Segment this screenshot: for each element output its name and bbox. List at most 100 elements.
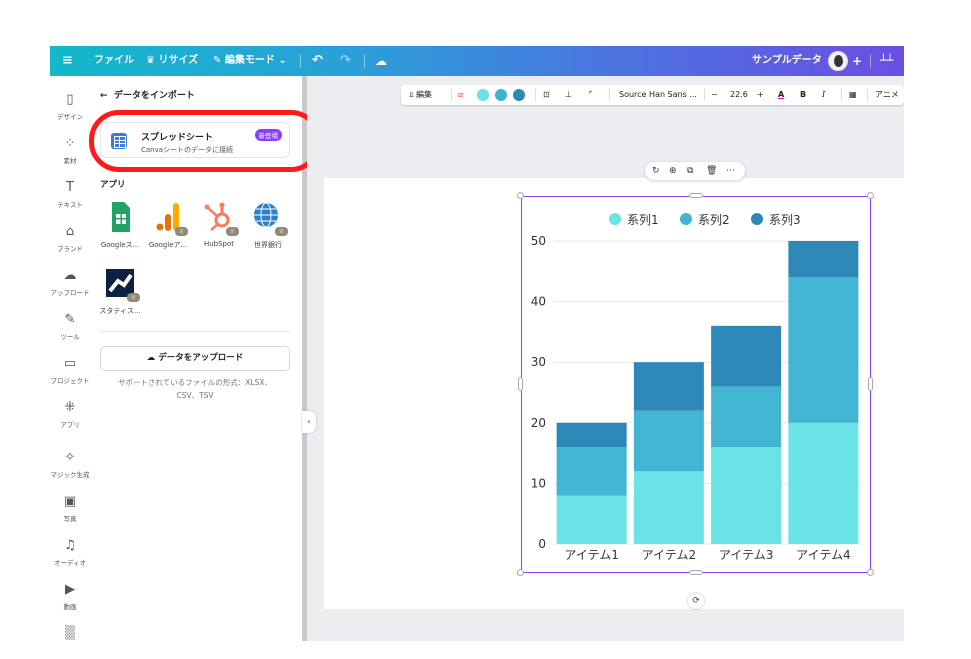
cloud-upload-icon: ☁ [146,353,159,363]
world-bank-icon: ♛ [251,200,288,236]
animate-button[interactable]: アニメ [875,85,899,105]
menu-icon[interactable]: ≡ [62,46,73,76]
legend-label: 系列1 [627,213,659,227]
rail-audio[interactable]: ♫ オーディオ [50,538,90,567]
pro-crown-icon: ♛ [127,293,140,302]
bar-segment[interactable] [556,447,627,496]
more-options-icon[interactable]: ⋯ [726,162,735,180]
apps-icon: ⁜ [64,400,76,415]
font-color-button[interactable]: A [778,85,784,105]
duplicate-icon[interactable]: ⧉ [687,162,693,180]
photo-icon: ▣ [63,494,77,509]
rail-magic[interactable]: ✧ マジック生成 [50,450,90,479]
corner-icon[interactable]: ⌜ [589,85,593,105]
comment-add-icon[interactable]: ↻ [652,162,660,180]
layout-icon: ▯ [66,92,74,107]
rail-design[interactable]: ▯ デザイン [50,92,90,121]
bar-segment[interactable] [711,325,782,387]
google-analytics-icon: ♛ [151,200,188,236]
trash-icon[interactable]: 🗑 [706,162,717,180]
file-menu[interactable]: ファイル [94,46,134,76]
color-swatch-1[interactable] [477,89,489,101]
bar-segment[interactable] [556,495,627,544]
draw-icon: ✎ [64,312,76,327]
upload-icon: ☁ [63,268,77,283]
highlight-annotation [89,110,321,172]
rail-elements[interactable]: ⁘ 素材 [50,136,90,165]
video-icon: ▶ [65,582,75,597]
legend-label: 系列2 [698,213,730,227]
bar-segment[interactable] [633,362,704,411]
pattern-icon: ▒ [65,626,75,641]
x-tick-label: アイテム1 [564,548,618,562]
pencil-icon: ✎ [213,55,225,66]
align-icon[interactable]: ⊡ [543,85,550,105]
font-family-select[interactable]: Source Han Sans ... [619,85,697,105]
app-hubspot[interactable]: ♛ HubSpot [196,200,242,248]
app-world-bank[interactable]: ♛ 世界銀行 [245,200,291,250]
rail-photos[interactable]: ▣ 写真 [50,494,90,523]
avatar[interactable] [828,51,848,71]
rail-more[interactable]: ▒ [50,626,90,642]
pro-crown-icon: ♛ [226,227,239,236]
bar-segment[interactable] [633,410,704,472]
undo-icon[interactable]: ↶ [312,46,323,76]
app-statista[interactable]: ♛ スタティス... [97,266,143,316]
app-google-analytics[interactable]: ♛ Googleア... [145,200,191,250]
rotate-handle-icon[interactable]: ⟳ [688,593,704,609]
rail-upload[interactable]: ☁ アップロード [50,268,90,297]
rail-video[interactable]: ▶ 動画 [50,582,90,611]
spacing-icon[interactable]: ⊥ [565,85,572,105]
stacked-bar-chart[interactable]: 0 10 20 30 40 50 アイテム1 アイテム2 アイテム3 アイテム4 系列1 系列2 系列3 [522,197,870,572]
collapse-panel-button[interactable]: ‹ [302,411,316,433]
bar-segment[interactable] [556,422,627,448]
legend-marker [680,213,692,225]
rail-tools[interactable]: ✎ ツール [50,312,90,341]
lock-icon[interactable]: ⊕ [669,162,677,180]
resize-button[interactable]: ♛ リサイズ [146,46,198,76]
top-bar: ≡ ファイル ♛ リサイズ ✎ 編集モード ⌄ ↶ ↷ ☁ サンプルデータ + … [50,46,904,76]
legend-label: 系列3 [769,213,801,227]
bar-segment[interactable] [788,277,859,423]
y-tick-label: 30 [531,355,546,369]
font-size-input[interactable]: 22.6 [730,85,748,105]
upload-data-button[interactable]: ☁ データをアップロード [100,346,290,371]
document-title[interactable]: サンプルデータ [752,46,822,76]
statista-icon: ♛ [103,266,140,302]
font-size-decrease[interactable]: − [711,85,718,105]
redo-icon[interactable]: ↷ [340,46,351,76]
bold-button[interactable]: B [800,85,806,105]
no-color-icon[interactable]: ⧄ [458,85,463,105]
rail-text[interactable]: T テキスト [50,180,90,209]
chart-edit-icon: ⫫ [409,90,417,99]
y-tick-label: 0 [538,537,546,551]
analytics-icon[interactable]: ┴┴ [880,46,893,76]
legend-marker [609,213,621,225]
rail-brand[interactable]: ⌂ ブランド [50,224,90,253]
edit-mode-button[interactable]: ✎ 編集モード ⌄ [213,46,287,76]
google-sheets-icon [103,200,137,234]
magic-icon: ✧ [64,450,76,465]
add-collaborator-button[interactable]: + [852,46,862,76]
transparency-icon[interactable]: ▦ [849,85,857,105]
bar-segment[interactable] [711,386,782,448]
bar-segment[interactable] [711,447,782,544]
x-tick-label: アイテム4 [796,548,850,562]
app-google-sheets[interactable]: Googleス... [97,200,143,250]
divider [100,331,290,332]
bar-segment[interactable] [788,241,859,278]
font-size-increase[interactable]: + [757,85,764,105]
bar-segment[interactable] [788,422,859,544]
color-swatch-3[interactable] [513,89,525,101]
audio-icon: ♫ [64,538,76,553]
cloud-save-icon[interactable]: ☁ [375,46,387,76]
chart-edit-button[interactable]: ⫫ 編集 [409,85,432,105]
rail-projects[interactable]: ▭ プロジェクト [50,356,90,385]
bar-segment[interactable] [633,471,704,544]
back-arrow-icon[interactable]: ← [100,91,108,101]
color-swatch-2[interactable] [495,89,507,101]
supported-formats-note: サポートされているファイルの形式：XLSX、 CSV、TSV [118,378,272,400]
page-margin [904,46,971,659]
rail-apps[interactable]: ⁜ アプリ [50,400,90,429]
italic-button[interactable]: I [822,85,825,105]
